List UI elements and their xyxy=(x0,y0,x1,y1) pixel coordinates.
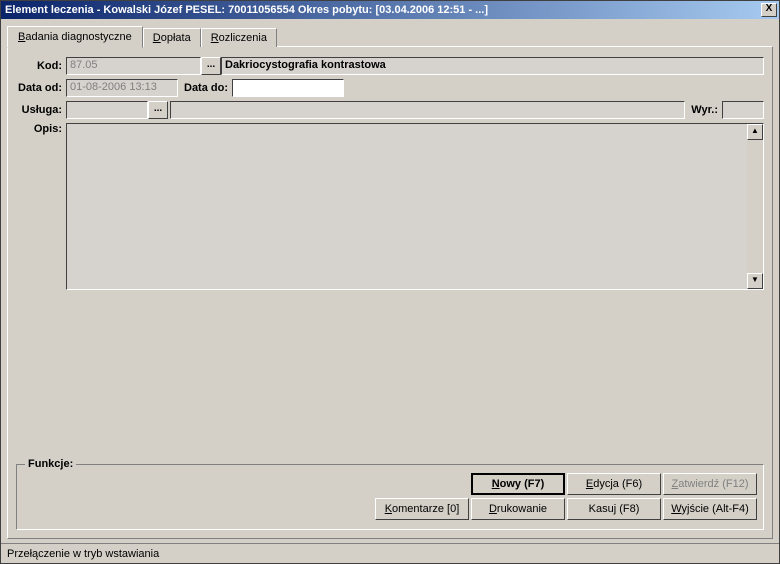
row-kod: Kod: 87.05 ... Dakriocystografia kontras… xyxy=(16,57,764,75)
edycja-button[interactable]: Edycja (F6) xyxy=(567,473,661,495)
wyjscie-button[interactable]: Wyjście (Alt-F4) xyxy=(663,498,757,520)
komentarze-button[interactable]: Komentarze [0] xyxy=(375,498,469,520)
button-row-2: Komentarze [0] Drukowanie Kasuj (F8) Wyj… xyxy=(23,498,757,520)
tab-panel: Kod: 87.05 ... Dakriocystografia kontras… xyxy=(7,46,773,539)
kasuj-button[interactable]: Kasuj (F8) xyxy=(567,498,661,520)
close-button[interactable]: X xyxy=(761,3,777,17)
scroll-up-icon[interactable]: ▲ xyxy=(747,124,763,140)
field-data-od[interactable]: 01-08-2006 13:13 xyxy=(66,79,178,97)
label-opis: Opis: xyxy=(16,123,66,135)
titlebar: Element leczenia - Kowalski Józef PESEL:… xyxy=(1,1,779,19)
drukowanie-button[interactable]: Drukowanie xyxy=(471,498,565,520)
label-usluga: Usługa: xyxy=(16,104,66,116)
kod-lookup-button[interactable]: ... xyxy=(201,57,221,75)
funkcje-group: Nowy (F7) Edycja (F6) Zatwierdź (F12) Ko… xyxy=(16,464,764,530)
tab-strip: Badania diagnostyczne Dopłata Rozliczeni… xyxy=(7,25,773,47)
scroll-down-icon[interactable]: ▼ xyxy=(747,273,763,289)
window: Element leczenia - Kowalski Józef PESEL:… xyxy=(0,0,780,564)
client-area: Badania diagnostyczne Dopłata Rozliczeni… xyxy=(1,19,779,543)
opis-scrollbar[interactable]: ▲ ▼ xyxy=(747,124,763,289)
field-kod-name: Dakriocystografia kontrastowa xyxy=(221,57,764,75)
label-data-do: Data do: xyxy=(178,82,232,94)
field-data-do[interactable] xyxy=(232,79,344,97)
field-wyr[interactable] xyxy=(722,101,764,119)
field-usluga[interactable] xyxy=(66,101,148,119)
status-text: Przełączenie w tryb wstawiania xyxy=(7,548,159,560)
tab-doplata[interactable]: Dopłata xyxy=(143,28,201,47)
row-data: Data od: 01-08-2006 13:13 Data do: xyxy=(16,79,764,97)
usluga-lookup-button[interactable]: ... xyxy=(148,101,168,119)
spacer xyxy=(16,294,764,461)
tab-badania-diagnostyczne[interactable]: Badania diagnostyczne xyxy=(7,26,143,48)
label-kod: Kod: xyxy=(16,60,66,72)
label-wyr: Wyr.: xyxy=(685,104,722,116)
field-kod[interactable]: 87.05 xyxy=(66,57,201,75)
field-opis[interactable]: ▲ ▼ xyxy=(66,123,764,290)
field-usluga-name xyxy=(170,101,685,119)
button-row-1: Nowy (F7) Edycja (F6) Zatwierdź (F12) xyxy=(23,473,757,495)
label-data-od: Data od: xyxy=(16,82,66,94)
tab-rozliczenia[interactable]: Rozliczenia xyxy=(201,28,277,47)
statusbar: Przełączenie w tryb wstawiania xyxy=(1,543,779,563)
row-opis: Opis: ▲ ▼ xyxy=(16,123,764,290)
row-usluga: Usługa: ... Wyr.: xyxy=(16,101,764,119)
zatwierdz-button: Zatwierdź (F12) xyxy=(663,473,757,495)
nowy-button[interactable]: Nowy (F7) xyxy=(471,473,565,495)
window-title: Element leczenia - Kowalski Józef PESEL:… xyxy=(5,1,488,19)
